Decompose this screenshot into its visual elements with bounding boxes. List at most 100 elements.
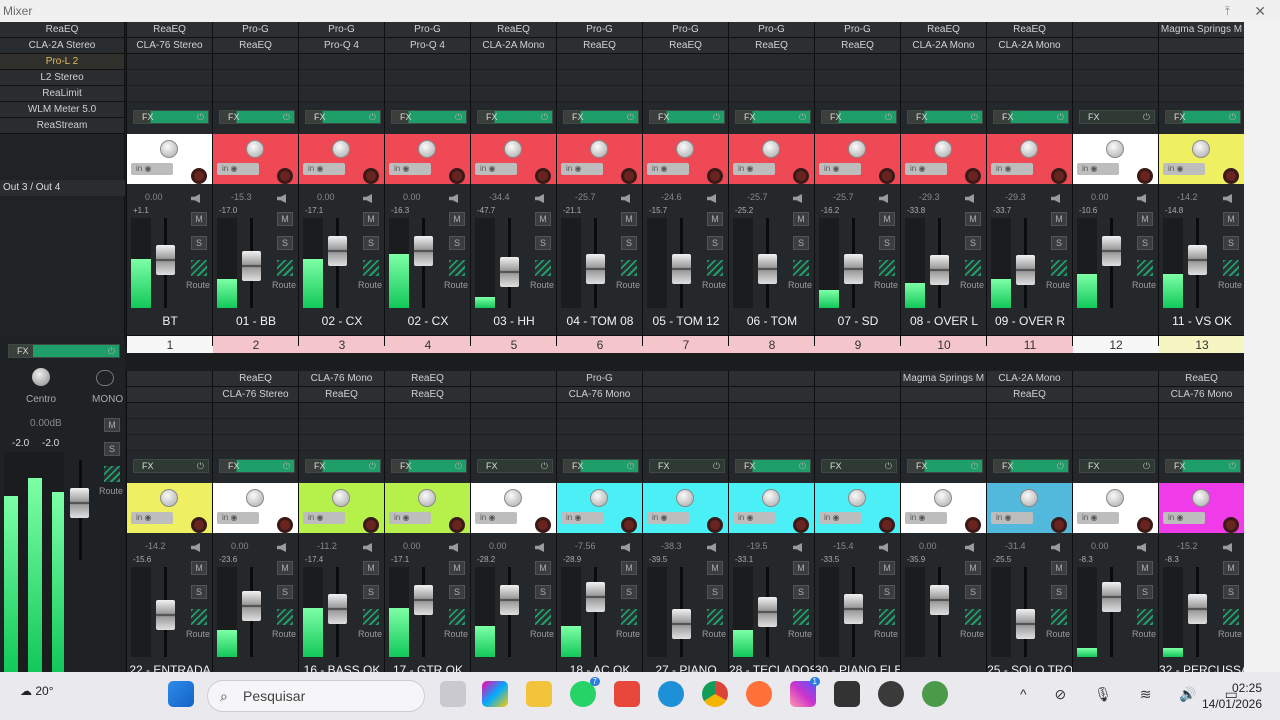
- pan-knob[interactable]: [848, 140, 866, 158]
- master-fx-slot[interactable]: Pro-L 2: [0, 54, 124, 70]
- fx-slot-empty[interactable]: [557, 419, 642, 435]
- speaker-icon[interactable]: [363, 194, 372, 203]
- fx-slot[interactable]: [1159, 38, 1244, 54]
- power-icon[interactable]: ⏻: [1057, 460, 1064, 472]
- fx-slot-empty[interactable]: [213, 403, 298, 419]
- fx-slot-empty[interactable]: [1073, 86, 1158, 102]
- record-arm-button[interactable]: [363, 168, 379, 184]
- volume-fader[interactable]: [328, 236, 347, 266]
- master-fader[interactable]: [70, 488, 89, 518]
- volume-fader[interactable]: [1016, 255, 1035, 285]
- record-arm-button[interactable]: [965, 517, 981, 533]
- store-icon[interactable]: [614, 681, 640, 707]
- fx-slot-empty[interactable]: [385, 70, 470, 86]
- input-button[interactable]: in ◉: [561, 163, 603, 175]
- mute-button[interactable]: M: [621, 561, 637, 575]
- pan-knob[interactable]: [418, 140, 436, 158]
- fx-slot-empty[interactable]: [729, 403, 814, 419]
- fx-slot[interactable]: Pro-G: [557, 371, 642, 387]
- envelope-icon[interactable]: [191, 609, 207, 625]
- volume-fader[interactable]: [242, 591, 261, 621]
- fx-slot-empty[interactable]: [729, 70, 814, 86]
- solo-button[interactable]: S: [1051, 236, 1067, 250]
- fx-slot-empty[interactable]: [299, 86, 384, 102]
- fx-slot-empty[interactable]: [643, 70, 728, 86]
- input-button[interactable]: in ◉: [1077, 512, 1119, 524]
- fx-slot-empty[interactable]: [1073, 419, 1158, 435]
- record-arm-button[interactable]: [621, 168, 637, 184]
- volume-fader[interactable]: [930, 255, 949, 285]
- envelope-icon[interactable]: [621, 609, 637, 625]
- fx-slot[interactable]: [471, 387, 556, 403]
- power-icon[interactable]: ⏻: [627, 460, 634, 472]
- speaker-icon[interactable]: [707, 543, 716, 552]
- mute-button[interactable]: M: [879, 561, 895, 575]
- mute-button[interactable]: M: [1137, 561, 1153, 575]
- route-button[interactable]: Route: [530, 280, 554, 290]
- route-button[interactable]: Route: [960, 280, 984, 290]
- track-name[interactable]: 03 - HH: [471, 314, 557, 328]
- fx-slot[interactable]: ReaEQ: [643, 38, 728, 54]
- volume-fader[interactable]: [672, 254, 691, 284]
- solo-button[interactable]: S: [793, 585, 809, 599]
- track-name[interactable]: 05 - TOM 12: [643, 314, 729, 328]
- fx-slot[interactable]: Magma Springs M: [1159, 22, 1244, 38]
- track-number[interactable]: 7: [643, 335, 729, 353]
- mute-button[interactable]: M: [535, 561, 551, 575]
- pan-knob[interactable]: [160, 489, 178, 507]
- power-icon[interactable]: ⏻: [885, 111, 892, 123]
- pan-knob[interactable]: [246, 140, 264, 158]
- solo-button[interactable]: S: [1223, 236, 1239, 250]
- route-button[interactable]: Route: [358, 629, 382, 639]
- fx-slot-empty[interactable]: [643, 435, 728, 451]
- fx-slot-empty[interactable]: [213, 86, 298, 102]
- envelope-icon[interactable]: [707, 609, 723, 625]
- envelope-icon[interactable]: [449, 609, 465, 625]
- fx-button[interactable]: FX ⏻: [1165, 459, 1241, 473]
- fx-slot-empty[interactable]: [1159, 70, 1244, 86]
- envelope-icon[interactable]: [277, 609, 293, 625]
- track-number[interactable]: 5: [471, 335, 557, 353]
- fx-button[interactable]: FX ⏻: [391, 110, 467, 124]
- fx-slot-empty[interactable]: [643, 54, 728, 70]
- solo-button[interactable]: S: [191, 585, 207, 599]
- fx-slot[interactable]: CLA-76 Mono: [299, 371, 384, 387]
- fx-slot-empty[interactable]: [987, 54, 1072, 70]
- volume-fader[interactable]: [1188, 245, 1207, 275]
- master-fx-slot[interactable]: ReaLimit: [0, 86, 124, 102]
- fx-slot-empty[interactable]: [299, 403, 384, 419]
- speaker-icon[interactable]: [621, 194, 630, 203]
- power-icon[interactable]: ⏻: [541, 460, 548, 472]
- fx-slot-empty[interactable]: [557, 435, 642, 451]
- volume-fader[interactable]: [844, 254, 863, 284]
- fx-slot-empty[interactable]: [815, 403, 900, 419]
- envelope-icon[interactable]: [1137, 609, 1153, 625]
- record-arm-button[interactable]: [449, 168, 465, 184]
- obs-icon[interactable]: [878, 681, 904, 707]
- power-icon[interactable]: ⏻: [283, 460, 290, 472]
- fx-slot-empty[interactable]: [901, 86, 986, 102]
- power-icon[interactable]: ⏻: [1057, 111, 1064, 123]
- volume-fader[interactable]: [500, 585, 519, 615]
- route-button[interactable]: Route: [616, 280, 640, 290]
- mute-button[interactable]: M: [793, 561, 809, 575]
- fx-slot[interactable]: [729, 387, 814, 403]
- fx-slot-empty[interactable]: [987, 403, 1072, 419]
- fx-slot-empty[interactable]: [299, 435, 384, 451]
- power-icon[interactable]: ⏻: [799, 460, 806, 472]
- fx-slot[interactable]: ReaEQ: [127, 22, 212, 38]
- record-arm-button[interactable]: [879, 517, 895, 533]
- track-number[interactable]: 1: [127, 335, 213, 353]
- fx-button[interactable]: FX ⏻: [305, 459, 381, 473]
- fx-slot[interactable]: ReaEQ: [729, 38, 814, 54]
- fx-slot[interactable]: Pro-G: [299, 22, 384, 38]
- input-button[interactable]: in ◉: [389, 512, 431, 524]
- record-arm-button[interactable]: [1223, 517, 1239, 533]
- pan-knob[interactable]: [504, 140, 522, 158]
- volume-fader[interactable]: [930, 585, 949, 615]
- volume-fader[interactable]: [586, 582, 605, 612]
- fx-button[interactable]: FX ⏻: [1079, 459, 1155, 473]
- fx-slot-empty[interactable]: [643, 86, 728, 102]
- pan-knob[interactable]: [1106, 140, 1124, 158]
- volume-fader[interactable]: [1102, 236, 1121, 266]
